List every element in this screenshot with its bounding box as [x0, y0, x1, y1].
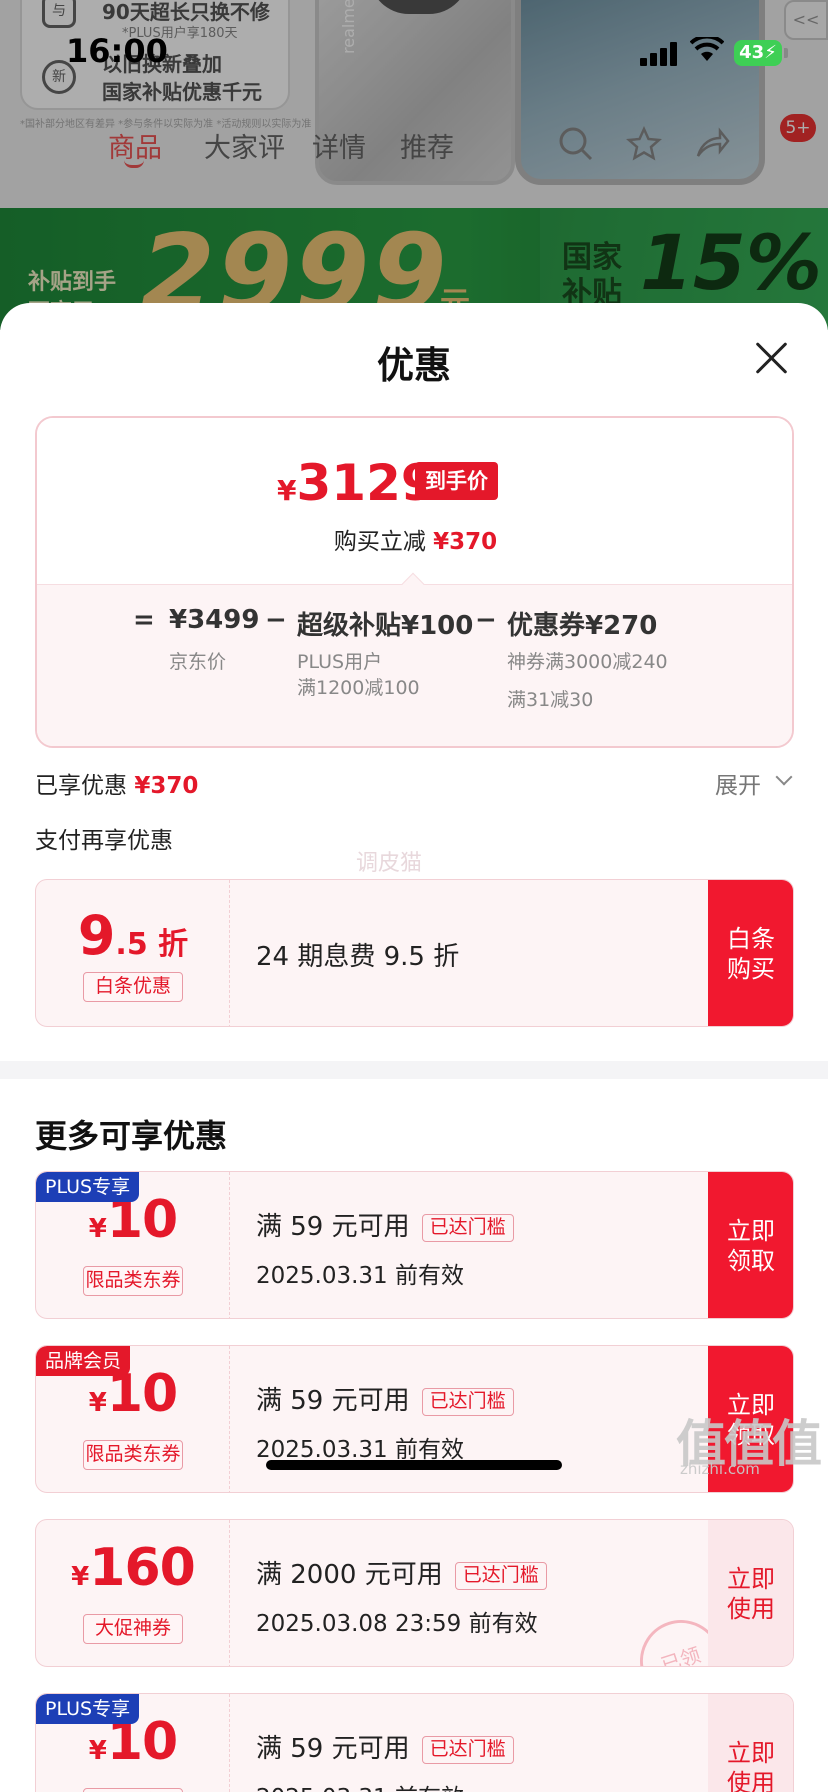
- price-breakdown: ¥3129 到手价 购买立减 ¥370 = ¥3499 京东价 − 超级补贴¥1…: [35, 416, 794, 748]
- expand-button[interactable]: 展开: [715, 766, 761, 800]
- coupon-currency: ¥: [71, 1562, 90, 1592]
- calc-subsidy-note-1: PLUS用户: [297, 651, 383, 673]
- coupon-card: ¥10 限品类东券 PLUS专享 满 59 元可用已达门槛 2025.03.31…: [35, 1693, 794, 1792]
- reduce-value: ¥370: [433, 529, 498, 555]
- coupon-desc: 满 59 元可用 已达门槛: [256, 1380, 514, 1417]
- site-watermark-url: zhizhi.com: [680, 1460, 760, 1478]
- reduce-line: 购买立减 ¥370: [37, 522, 792, 556]
- baitiao-big: 9: [77, 904, 116, 967]
- use-coupon-button[interactable]: 立即使用: [708, 1694, 793, 1792]
- user-watermark: 调皮猫: [356, 851, 423, 876]
- coupon-flag: PLUS专享: [36, 1172, 140, 1202]
- section-divider: [0, 1061, 828, 1079]
- battery-icon: 43⚡: [734, 40, 782, 66]
- threshold-badge: 已达门槛: [454, 1561, 547, 1590]
- calc-coupon-note-1: 神券满3000减240: [507, 651, 668, 673]
- coupon-valid: 2025.03.08 23:59 前有效: [256, 1611, 538, 1637]
- calc-super-subsidy: 超级补贴¥100: [297, 611, 474, 641]
- coupon-condition: 满 59 元可用: [256, 1212, 410, 1242]
- coupon-flag: 品牌会员: [36, 1346, 131, 1376]
- sheet-title: 优惠: [377, 344, 451, 387]
- calc-coupon: 优惠券¥270: [507, 611, 658, 641]
- calc-coupon-note-2: 满31减30: [507, 689, 594, 711]
- baitiao-left: 9.5 折 白条优惠: [36, 880, 230, 1026]
- threshold-badge: 已达门槛: [421, 1735, 514, 1764]
- use-coupon-button[interactable]: 立即使用: [708, 1520, 793, 1666]
- coupon-desc: 满 59 元可用 已达门槛: [256, 1206, 514, 1243]
- coupon-currency: ¥: [88, 1388, 107, 1418]
- coupon-desc: 满 2000 元可用 已达门槛: [256, 1554, 547, 1591]
- baitiao-buy-button[interactable]: 白条购买: [708, 880, 793, 1026]
- threshold-badge: 已达门槛: [421, 1387, 514, 1416]
- claim-coupon-button[interactable]: 立即领取: [708, 1172, 793, 1318]
- coupon-kind: 限品类东券: [83, 1788, 183, 1792]
- close-icon[interactable]: [754, 341, 788, 375]
- final-price: ¥3129: [277, 454, 436, 514]
- reduce-label: 购买立减: [333, 529, 426, 555]
- calc-subsidy-note-2: 满1200减100: [297, 677, 420, 699]
- enjoyed-label: 已享优惠: [35, 773, 127, 799]
- coupon-currency: ¥: [88, 1736, 107, 1766]
- coupon-card: ¥160 大促神券 满 2000 元可用 已达门槛 2025.03.08 23:5…: [35, 1519, 794, 1667]
- more-discounts-title: 更多可享优惠: [35, 1117, 228, 1155]
- discount-sheet: 优惠 ¥3129 到手价 购买立减 ¥370 = ¥3499 京东价 − 超级补…: [0, 303, 828, 1792]
- coupon-value: 160: [89, 1538, 196, 1598]
- pay-discount-label: 支付再享优惠: [35, 828, 173, 854]
- coupon-condition: 满 59 元可用: [256, 1734, 410, 1764]
- home-indicator[interactable]: [266, 1460, 562, 1470]
- coupon-flag: PLUS专享: [36, 1694, 140, 1724]
- baitiao-desc: 24 期息费 9.5 折: [256, 942, 460, 972]
- coupon-amount: ¥160: [36, 1538, 230, 1598]
- baitiao-discount: 9.5 折: [36, 904, 230, 967]
- baitiao-kind: 白条优惠: [83, 972, 183, 1002]
- enjoyed-value: ¥370: [134, 773, 199, 799]
- final-price-currency: ¥: [277, 474, 297, 507]
- wifi-icon: [689, 34, 725, 71]
- calc-equals: =: [133, 605, 155, 635]
- baitiao-small: .5 折: [115, 927, 189, 962]
- final-price-tag: 到手价: [415, 462, 498, 500]
- coupon-valid: 2025.03.31 前有效: [256, 1263, 464, 1289]
- coupon-kind: 限品类东券: [83, 1440, 183, 1470]
- threshold-badge: 已达门槛: [421, 1213, 514, 1242]
- calc-jd-note: 京东价: [169, 651, 227, 673]
- coupon-card: ¥10 限品类东券 PLUS专享 满 59 元可用已达门槛 2025.03.31…: [35, 1171, 794, 1319]
- coupon-currency: ¥: [88, 1214, 107, 1244]
- coupon-kind: 限品类东券: [83, 1266, 183, 1296]
- status-time: 16:00: [66, 32, 168, 70]
- enjoyed-discount: 已享优惠 ¥370: [35, 766, 198, 800]
- calc-minus-1: −: [265, 605, 287, 635]
- cellular-signal-icon: [640, 42, 678, 66]
- coupon-valid: 2025.03.31 前有效: [256, 1778, 464, 1792]
- calc-minus-2: −: [475, 605, 497, 635]
- calc-jd-price: ¥3499: [169, 605, 260, 635]
- battery-tip: [784, 48, 788, 58]
- baitiao-card: 9.5 折 白条优惠 24 期息费 9.5 折 白条购买: [35, 879, 794, 1027]
- coupon-valid: 2025.03.31 前有效: [256, 1437, 464, 1463]
- status-bar: 16:00 43⚡: [0, 0, 828, 104]
- coupon-condition: 满 59 元可用: [256, 1386, 410, 1416]
- coupon-desc: 满 59 元可用 已达门槛: [256, 1728, 514, 1765]
- chevron-down-icon[interactable]: [775, 768, 793, 786]
- battery-level: 43: [739, 42, 765, 63]
- final-price-area: ¥3129 到手价 购买立减 ¥370: [37, 418, 792, 584]
- coupon-kind: 大促神券: [83, 1614, 183, 1644]
- calc-area: = ¥3499 京东价 − 超级补贴¥100 PLUS用户 满1200减100 …: [37, 572, 792, 746]
- coupon-left: ¥160 大促神券: [36, 1520, 230, 1666]
- coupon-condition: 满 2000 元可用: [256, 1560, 443, 1590]
